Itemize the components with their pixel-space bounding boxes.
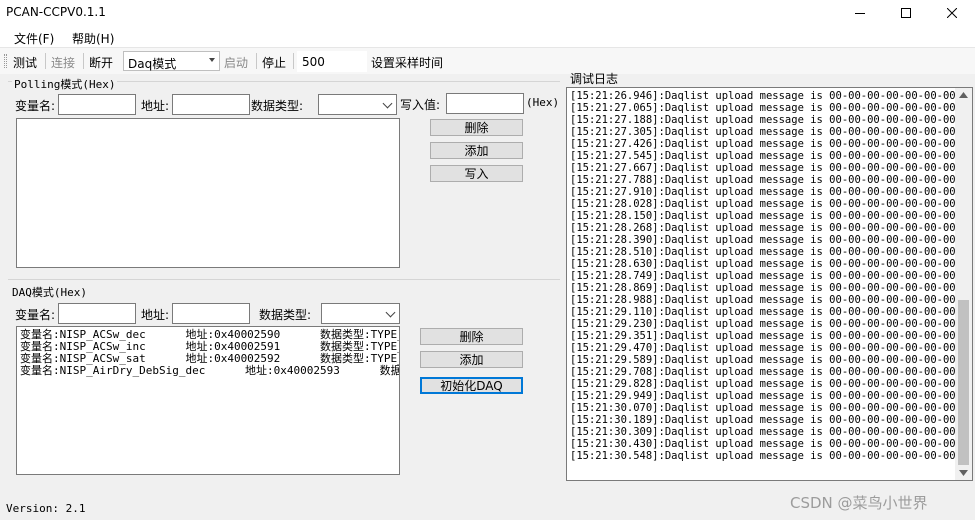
- log-title: 调试日志: [570, 72, 619, 86]
- log-line: [15:21:27.426]:Daqlist upload message is…: [570, 138, 973, 150]
- log-line: [15:21:30.309]:Daqlist upload message is…: [570, 426, 973, 438]
- polling-addr-input[interactable]: [172, 94, 250, 115]
- log-line: [15:21:29.708]:Daqlist upload message is…: [570, 366, 973, 378]
- disconnect-button[interactable]: 断开: [89, 54, 113, 71]
- scrollbar-thumb[interactable]: [958, 300, 969, 465]
- toolbar-separator: [83, 53, 84, 69]
- polling-type-label: 数据类型:: [251, 99, 304, 113]
- mode-select[interactable]: Daq模式: [123, 51, 220, 71]
- chevron-down-icon: [382, 98, 393, 109]
- set-sample-time-button[interactable]: 设置采样时间: [371, 54, 443, 71]
- daq-addr-label: 地址:: [141, 308, 170, 322]
- maximize-icon: [901, 8, 911, 18]
- log-line: [15:21:30.070]:Daqlist upload message is…: [570, 402, 973, 414]
- log-line: [15:21:29.351]:Daqlist upload message is…: [570, 330, 973, 342]
- status-bar: Version: 2.1: [0, 496, 560, 520]
- log-line: [15:21:27.788]:Daqlist upload message is…: [570, 174, 973, 186]
- group-border: [8, 279, 560, 280]
- stop-button[interactable]: 停止: [262, 54, 286, 71]
- log-line: [15:21:28.150]:Daqlist upload message is…: [570, 210, 973, 222]
- close-icon: [947, 8, 957, 18]
- toolbar: 测试 连接 断开 Daq模式 启动 停止 500 设置采样时间: [0, 48, 975, 74]
- daq-addr-input[interactable]: [172, 303, 250, 324]
- debug-log[interactable]: [15:21:26.946]:Daqlist upload message is…: [566, 87, 973, 481]
- polling-delete-button[interactable]: 删除: [430, 119, 523, 136]
- log-line: [15:21:30.189]:Daqlist upload message is…: [570, 414, 973, 426]
- polling-variable-list[interactable]: [16, 118, 400, 268]
- log-line: [15:21:30.430]:Daqlist upload message is…: [570, 438, 973, 450]
- daq-delete-button[interactable]: 删除: [420, 328, 523, 345]
- toolbar-separator: [293, 53, 294, 69]
- scroll-up-icon[interactable]: [959, 92, 968, 98]
- menu-file[interactable]: 文件(F): [14, 30, 54, 47]
- scroll-down-icon[interactable]: [959, 470, 968, 476]
- minimize-icon: [855, 12, 865, 14]
- chevron-down-icon: [385, 307, 396, 318]
- log-line: [15:21:28.988]:Daqlist upload message is…: [570, 294, 973, 306]
- log-line: [15:21:28.390]:Daqlist upload message is…: [570, 234, 973, 246]
- log-line: [15:21:27.305]:Daqlist upload message is…: [570, 126, 973, 138]
- log-line: [15:21:28.028]:Daqlist upload message is…: [570, 198, 973, 210]
- sample-time-value: 500: [302, 55, 325, 69]
- log-line: [15:21:29.589]:Daqlist upload message is…: [570, 354, 973, 366]
- mode-select-value: Daq模式: [128, 57, 177, 71]
- daq-init-button[interactable]: 初始化DAQ: [420, 377, 523, 394]
- daq-add-button[interactable]: 添加: [420, 351, 523, 368]
- daq-group-title: DAQ模式(Hex): [12, 286, 87, 299]
- log-line: [15:21:30.548]:Daqlist upload message is…: [570, 450, 973, 462]
- polling-var-label: 变量名:: [15, 99, 56, 113]
- daq-var-label: 变量名:: [15, 308, 56, 322]
- log-line: [15:21:27.667]:Daqlist upload message is…: [570, 162, 973, 174]
- log-line: [15:21:27.910]:Daqlist upload message is…: [570, 186, 973, 198]
- polling-group-title: Polling模式(Hex): [12, 76, 118, 92]
- daq-var-input[interactable]: [58, 303, 136, 324]
- daq-type-select[interactable]: [321, 303, 400, 324]
- log-line: [15:21:28.749]:Daqlist upload message is…: [570, 270, 973, 282]
- start-button[interactable]: 启动: [224, 54, 248, 71]
- log-line: [15:21:29.230]:Daqlist upload message is…: [570, 318, 973, 330]
- daq-type-label: 数据类型:: [259, 308, 312, 322]
- maximize-button[interactable]: [883, 0, 929, 26]
- daq-variable-list[interactable]: 变量名:NISP_ACSw_dec 地址:0x40002590 数据类型:TYP…: [16, 326, 400, 475]
- toolbar-grip: [4, 54, 7, 68]
- polling-write-label: 写入值:: [400, 98, 441, 112]
- log-line: [15:21:28.510]:Daqlist upload message is…: [570, 246, 973, 258]
- connect-button[interactable]: 连接: [51, 54, 75, 71]
- polling-write-input[interactable]: [446, 93, 524, 114]
- daq-list-item[interactable]: 变量名:NISP_AirDry_DebSig_dec 地址:0x40002593…: [20, 365, 399, 377]
- polling-hex-suffix: (Hex): [526, 96, 560, 109]
- polling-add-button[interactable]: 添加: [430, 142, 523, 159]
- polling-var-input[interactable]: [58, 94, 136, 115]
- menu-help[interactable]: 帮助(H): [72, 30, 114, 47]
- menu-bar: 文件(F) 帮助(H): [0, 26, 975, 48]
- log-line: [15:21:28.630]:Daqlist upload message is…: [570, 258, 973, 270]
- toolbar-separator: [45, 53, 46, 69]
- log-scrollbar[interactable]: [955, 88, 972, 480]
- sample-time-input[interactable]: 500: [297, 51, 367, 72]
- log-line: [15:21:27.065]:Daqlist upload message is…: [570, 102, 973, 114]
- log-line: [15:21:28.268]:Daqlist upload message is…: [570, 222, 973, 234]
- title-bar: PCAN-CCPV0.1.1: [0, 0, 975, 26]
- watermark: CSDN @菜鸟小世界: [790, 494, 928, 512]
- log-line: [15:21:29.949]:Daqlist upload message is…: [570, 390, 973, 402]
- polling-addr-label: 地址:: [141, 99, 170, 113]
- window-title: PCAN-CCPV0.1.1: [6, 5, 106, 19]
- log-line: [15:21:28.869]:Daqlist upload message is…: [570, 282, 973, 294]
- log-line: [15:21:29.110]:Daqlist upload message is…: [570, 306, 973, 318]
- log-line: [15:21:26.946]:Daqlist upload message is…: [570, 90, 973, 102]
- log-line: [15:21:27.545]:Daqlist upload message is…: [570, 150, 973, 162]
- polling-type-select[interactable]: [318, 94, 397, 115]
- close-button[interactable]: [929, 0, 975, 26]
- version-label: Version: 2.1: [6, 502, 86, 515]
- dropdown-arrow-icon: [209, 58, 215, 62]
- toolbar-separator: [256, 53, 257, 69]
- log-line: [15:21:29.470]:Daqlist upload message is…: [570, 342, 973, 354]
- test-button[interactable]: 测试: [13, 54, 37, 71]
- minimize-button[interactable]: [837, 0, 883, 26]
- polling-write-button[interactable]: 写入: [430, 165, 523, 182]
- log-line: [15:21:27.188]:Daqlist upload message is…: [570, 114, 973, 126]
- log-line: [15:21:29.828]:Daqlist upload message is…: [570, 378, 973, 390]
